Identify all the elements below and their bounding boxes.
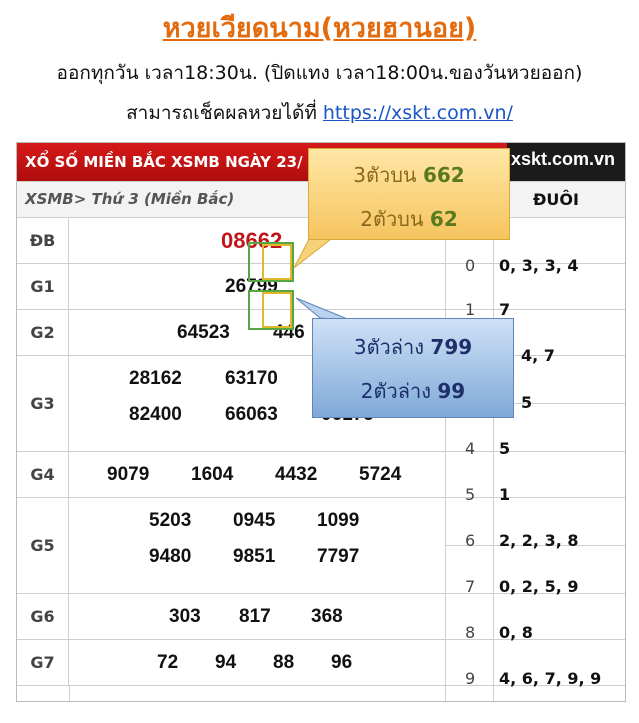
prize-label: G6 [17, 594, 69, 639]
site-logo: xskt.com.vn [507, 143, 625, 181]
callout-bottom-digits: 3ตัวล่าง 799 2ตัวล่าง 99 [312, 318, 514, 418]
prize-number: 9079 [107, 464, 150, 485]
highlight-2-digit-top [262, 244, 292, 280]
duoi-digit: 9 [465, 669, 476, 688]
prize-number: 66063 [225, 404, 278, 425]
page-title: หวยเวียดนาม(หวยฮานอย) [162, 13, 477, 44]
prize-label: G2 [17, 310, 69, 355]
callout-value: 62 [429, 207, 458, 231]
duoi-values: 1 [499, 485, 511, 504]
prize-number: 303 [169, 606, 201, 627]
duoi-values: 4, 6, 7, 9, 9 [499, 669, 602, 688]
duoi-header: ĐUÔI [533, 190, 579, 209]
prize-number: 63170 [225, 368, 278, 389]
prize-label: G3 [17, 356, 69, 451]
region-subheader: XSMB> Thứ 3 (Miền Bắc) [25, 190, 235, 208]
prize-label: G1 [17, 264, 69, 309]
prize-number: 88 [273, 652, 295, 673]
prize-number: 96 [331, 652, 353, 673]
duoi-values: 2, 2, 3, 8 [499, 531, 579, 550]
prize-number: 9851 [233, 546, 276, 567]
duoi-digit: 7 [465, 577, 476, 596]
callout-label: 3ตัวบน [353, 163, 423, 187]
callout-label: 2ตัวล่าง [360, 379, 438, 403]
duoi-values: 5 [499, 439, 511, 458]
prize-number: 94 [215, 652, 237, 673]
callout-value: 662 [422, 163, 465, 187]
prize-row-g4: G4 9079 1604 4432 5724 [17, 451, 625, 497]
callout-top-digits: 3ตัวบน 662 2ตัวบน 62 [308, 148, 510, 240]
duoi-digit: 5 [465, 485, 476, 504]
xskt-link[interactable]: https://xskt.com.vn/ [323, 102, 513, 124]
highlight-2-digit-bottom [262, 292, 292, 328]
site-logo-text: xskt.com.vn [511, 149, 616, 169]
callout-label: 3ตัวล่าง [353, 335, 431, 359]
duoi-digit: 4 [465, 439, 476, 458]
prize-number: 9480 [149, 546, 192, 567]
prize-number: 1604 [191, 464, 234, 485]
duoi-digit: 0 [465, 256, 476, 275]
banner-text: XỔ SỐ MIỀN BẮC XSMB NGÀY 23/ [25, 153, 303, 171]
duoi-values: 0, 8 [499, 623, 533, 642]
callout-value: 799 [430, 335, 473, 359]
prize-number: 817 [239, 606, 271, 627]
prize-label: G7 [17, 640, 69, 685]
prize-number: 72 [157, 652, 179, 673]
duoi-values: 0, 2, 5, 9 [499, 577, 579, 596]
callout-value: 99 [437, 379, 466, 403]
prize-number: 1099 [317, 510, 360, 531]
duoi-values: 4, 7 [521, 346, 555, 365]
schedule-text: ออกทุกวัน เวลา18:30น. (ปิดแทง เวลา18:00น… [56, 62, 583, 84]
prize-number: 4432 [275, 464, 318, 485]
prize-label: G4 [17, 452, 69, 497]
prize-number: 7797 [317, 546, 360, 567]
prize-row-g6: G6 303 817 368 [17, 593, 625, 639]
duoi-values: 5 [521, 393, 533, 412]
prize-label: G5 [17, 498, 69, 593]
duoi-values: 0, 3, 3, 4 [499, 256, 579, 275]
check-result-line: สามารถเช็คผลหวยได้ที่ https://xskt.com.v… [0, 98, 639, 128]
prize-number: 5203 [149, 510, 192, 531]
check-result-text: สามารถเช็คผลหวยได้ที่ [126, 102, 323, 124]
prize-number: 64523 [177, 322, 230, 343]
prize-number: 5724 [359, 464, 402, 485]
duoi-digit: 1 [465, 300, 476, 319]
callout-label: 2ตัวบน [360, 207, 430, 231]
prize-number: 28162 [129, 368, 182, 389]
prize-number: 82400 [129, 404, 182, 425]
prize-number: 368 [311, 606, 343, 627]
duoi-digit: 6 [465, 531, 476, 550]
prize-label: ĐB [17, 218, 69, 263]
duoi-values: 7 [499, 300, 511, 319]
duoi-digit: 8 [465, 623, 476, 642]
prize-number: 0945 [233, 510, 276, 531]
